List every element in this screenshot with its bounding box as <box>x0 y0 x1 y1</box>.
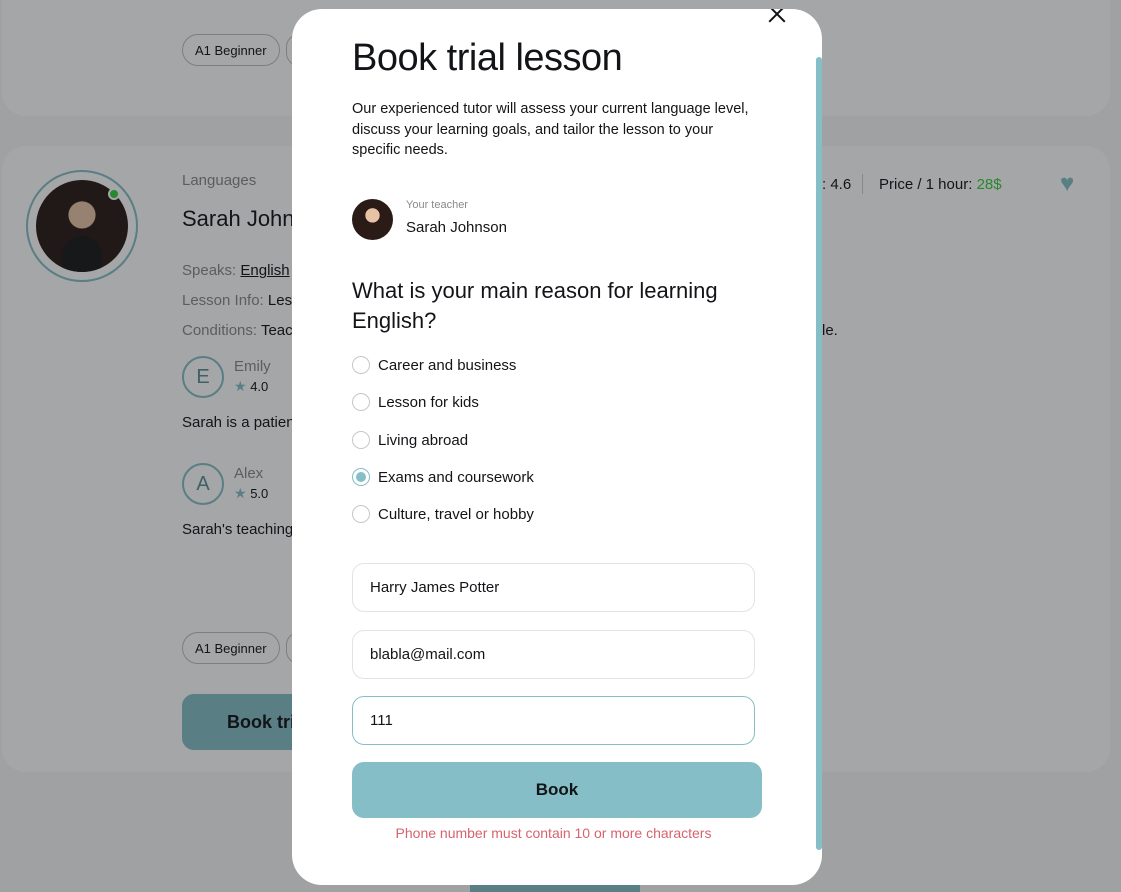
reason-label: Lesson for kids <box>378 393 479 411</box>
radio-unchecked-icon[interactable] <box>352 393 370 411</box>
reason-option[interactable]: Career and business <box>352 356 516 374</box>
reason-label: Culture, travel or hobby <box>378 505 534 523</box>
reason-label: Exams and coursework <box>378 468 534 486</box>
radio-checked-icon[interactable] <box>352 468 370 486</box>
reason-question: What is your main reason for learning En… <box>352 278 718 333</box>
name-field[interactable] <box>352 563 755 612</box>
radio-unchecked-icon[interactable] <box>352 431 370 449</box>
teacher-name: Sarah Johnson <box>406 219 507 236</box>
radio-unchecked-icon[interactable] <box>352 505 370 523</box>
book-button[interactable]: Book <box>352 762 762 818</box>
phone-error-message: Phone number must contain 10 or more cha… <box>395 825 712 841</box>
reason-label: Career and business <box>378 356 517 374</box>
book-trial-modal: Book trial lesson Our experienced tutor … <box>292 9 822 885</box>
reason-option[interactable]: Culture, travel or hobby <box>352 505 534 523</box>
teacher-label: Your teacher <box>406 199 468 211</box>
reason-option[interactable]: Living abroad <box>352 431 468 449</box>
modal-title: Book trial lesson <box>352 37 623 79</box>
teacher-avatar-small <box>352 199 393 240</box>
reason-option[interactable]: Lesson for kids <box>352 393 479 411</box>
reason-option[interactable]: Exams and coursework <box>352 468 534 486</box>
reason-label: Living abroad <box>378 431 469 449</box>
modal-description: Our experienced tutor will assess your c… <box>352 101 749 158</box>
email-field[interactable] <box>352 630 755 679</box>
radio-unchecked-icon[interactable] <box>352 356 370 374</box>
phone-field[interactable] <box>352 696 755 745</box>
close-icon[interactable] <box>766 9 788 25</box>
modal-scrollbar[interactable] <box>816 57 822 850</box>
